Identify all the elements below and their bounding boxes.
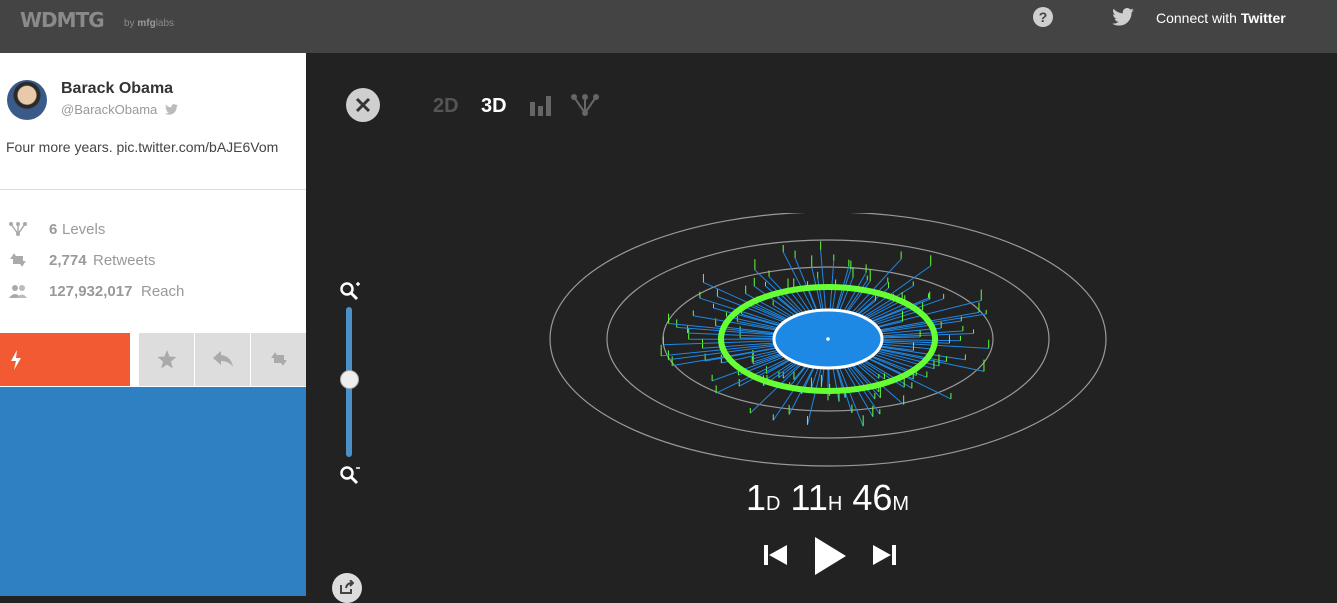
play-icon[interactable] [812, 536, 848, 576]
view-2d-tab[interactable]: 2D [433, 95, 459, 118]
divider [0, 189, 306, 190]
byline-brand: mfg [137, 18, 155, 29]
tweet-actions [0, 333, 306, 386]
byline-prefix: by [124, 18, 135, 29]
lightning-icon [10, 350, 22, 370]
stat-retweets: 2,774 Retweets [0, 250, 306, 272]
user-handle[interactable]: @BarackObama [61, 102, 157, 117]
spoke [839, 367, 863, 426]
tweet-sidebar: Barack Obama @BarackObama Four more year… [0, 53, 306, 596]
tweet-text: Four more years. pic.twitter.com/bAJE6Vo… [6, 139, 278, 155]
timer-minutes: 46 [852, 477, 892, 518]
reach-icon [8, 283, 28, 299]
tree-icon[interactable] [570, 93, 600, 117]
user-name[interactable]: Barack Obama [61, 80, 173, 98]
levels-label: Levels [62, 221, 105, 238]
app-logo[interactable]: WDMTG [20, 8, 104, 32]
twitter-bird-icon[interactable] [1112, 8, 1134, 26]
connect-prefix: Connect with [1156, 10, 1237, 26]
close-button[interactable] [346, 88, 380, 122]
levels-value: 6 [49, 221, 57, 238]
timer-hours-unit: H [828, 493, 842, 515]
spoke [661, 344, 775, 356]
close-icon [355, 97, 371, 113]
favorite-button[interactable] [139, 333, 194, 386]
timer-days-unit: D [766, 493, 780, 515]
reply-button[interactable] [195, 333, 250, 386]
activity-button[interactable] [0, 333, 130, 386]
spoke [832, 289, 835, 310]
spoke [882, 340, 960, 341]
share-button[interactable] [332, 573, 362, 603]
bar-chart-icon[interactable] [529, 94, 553, 116]
levels-icon [8, 221, 28, 237]
connect-twitter-link[interactable]: Connect with Twitter [1156, 10, 1286, 26]
byline-suffix: labs [156, 18, 174, 29]
retweet-button[interactable] [251, 333, 306, 386]
small-twitter-icon [165, 104, 178, 115]
reach-value: 127,932,017 [49, 283, 132, 300]
star-icon [157, 350, 177, 369]
timer-days: 1 [746, 477, 766, 518]
view-3d-tab[interactable]: 3D [481, 95, 507, 118]
origin-point [826, 337, 830, 341]
retweets-value: 2,774 [49, 252, 87, 269]
timer-hours: 11 [791, 477, 828, 518]
share-icon [340, 580, 354, 594]
reach-label: Reach [141, 283, 184, 300]
spoke [795, 258, 816, 311]
visualization-area: 2D 3D 1D 11H 46M [306, 53, 1337, 596]
3d-propagation-graph[interactable] [546, 213, 1116, 503]
help-button[interactable]: ? [1033, 7, 1053, 27]
timer-minutes-unit: M [892, 493, 909, 515]
retweet-icon [8, 252, 28, 268]
zoom-in-icon[interactable] [339, 281, 361, 303]
connect-brand: Twitter [1241, 10, 1286, 26]
skip-forward-icon[interactable] [871, 543, 897, 567]
top-bar: WDMTG by mfglabs ? Connect with Twitter [0, 0, 1337, 53]
spoke [851, 365, 880, 398]
retweet-icon [269, 351, 289, 367]
elapsed-timer: 1D 11H 46M [746, 477, 909, 519]
blue-panel [0, 387, 306, 596]
stat-reach: 127,932,017 Reach [0, 281, 306, 303]
retweets-label: Retweets [93, 252, 156, 269]
byline: by mfglabs [124, 18, 174, 29]
avatar[interactable] [7, 80, 47, 120]
reply-icon [213, 351, 233, 367]
zoom-slider-handle[interactable] [340, 370, 359, 389]
spoke [880, 347, 965, 360]
stat-levels: 6 Levels [0, 219, 306, 241]
zoom-out-icon[interactable] [339, 465, 361, 487]
skip-back-icon[interactable] [763, 543, 789, 567]
